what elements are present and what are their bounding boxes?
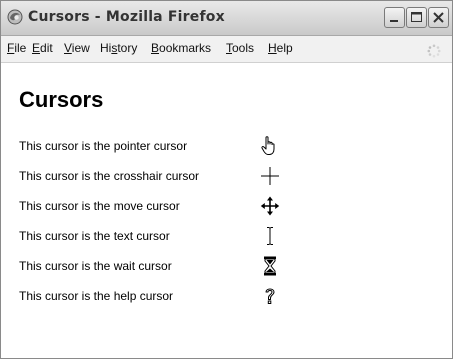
row-label: This cursor is the crosshair cursor xyxy=(19,169,200,183)
list-item: This cursor is the crosshair cursor xyxy=(1,165,452,189)
menu-bar: File Edit View History Bookmarks Tools H… xyxy=(1,36,452,63)
browser-window: Cursors - Mozilla Firefox File Edit View… xyxy=(0,0,453,359)
menu-edit[interactable]: Edit xyxy=(32,41,53,55)
list-item: This cursor is the wait cursor xyxy=(1,255,452,279)
title-bar[interactable]: Cursors - Mozilla Firefox xyxy=(1,1,452,36)
page-content: Cursors This cursor is the pointer curso… xyxy=(1,63,452,358)
menu-history[interactable]: History xyxy=(100,41,137,55)
close-button[interactable] xyxy=(428,7,449,28)
list-item: This cursor is the text cursor xyxy=(1,225,452,249)
maximize-button[interactable] xyxy=(406,7,427,28)
menu-file[interactable]: File xyxy=(7,41,26,55)
minimize-icon xyxy=(390,20,398,22)
help-question-icon xyxy=(265,288,275,304)
menu-view[interactable]: View xyxy=(64,41,90,55)
throbber-icon xyxy=(427,44,441,58)
row-label: This cursor is the text cursor xyxy=(19,229,170,243)
move-arrows-icon xyxy=(260,196,280,216)
list-item: This cursor is the pointer cursor xyxy=(1,135,452,159)
menu-bookmarks[interactable]: Bookmarks xyxy=(151,41,211,55)
row-label: This cursor is the help cursor xyxy=(19,289,174,303)
row-label: This cursor is the move cursor xyxy=(19,199,180,213)
window-title: Cursors - Mozilla Firefox xyxy=(28,9,225,25)
crosshair-icon xyxy=(261,167,279,185)
menu-tools[interactable]: Tools xyxy=(226,41,254,55)
row-label: This cursor is the pointer cursor xyxy=(19,139,188,153)
hand-pointer-icon xyxy=(261,136,275,155)
list-item: This cursor is the move cursor xyxy=(1,195,452,219)
minimize-button[interactable] xyxy=(384,7,405,28)
maximize-icon xyxy=(411,12,422,22)
text-ibeam-icon xyxy=(267,227,273,245)
firefox-icon xyxy=(7,9,23,25)
page-title: Cursors xyxy=(19,87,104,112)
close-icon xyxy=(433,12,444,23)
menu-help[interactable]: Help xyxy=(268,41,293,55)
list-item: This cursor is the help cursor xyxy=(1,285,452,309)
row-label: This cursor is the wait cursor xyxy=(19,259,172,273)
hourglass-icon xyxy=(264,256,276,276)
